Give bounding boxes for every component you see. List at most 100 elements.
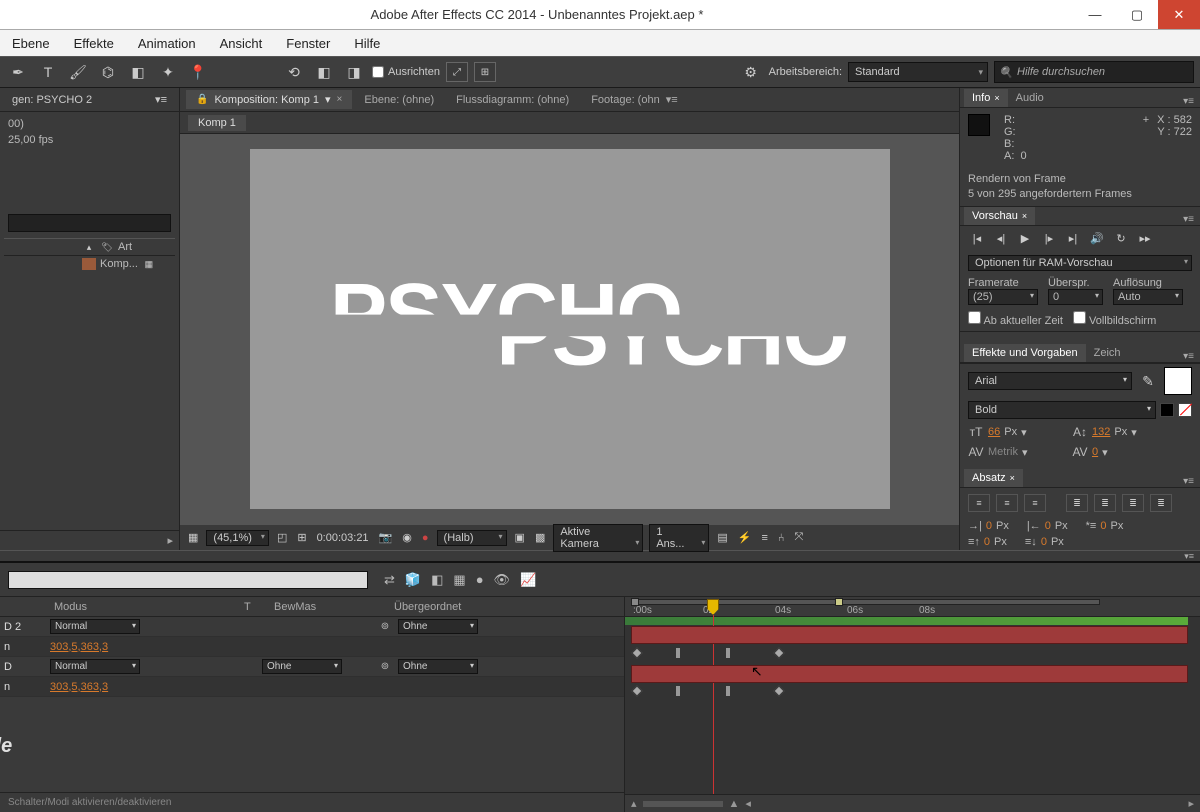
menu-animation[interactable]: Animation: [130, 33, 204, 54]
layer-bar-1[interactable]: [631, 626, 1188, 644]
first-frame-icon[interactable]: |◂: [968, 232, 986, 245]
loop-icon[interactable]: ↻: [1112, 232, 1130, 245]
roto-tool-icon[interactable]: ✦: [156, 61, 180, 83]
flow-icon[interactable]: ⑃: [776, 532, 787, 544]
ram-options-dropdown[interactable]: Optionen für RAM-Vorschau: [968, 255, 1192, 271]
brush-tool-icon[interactable]: 🖌: [66, 61, 90, 83]
transp-icon[interactable]: ▩: [533, 531, 547, 544]
zoom-in-icon[interactable]: ▲: [729, 798, 740, 810]
snap-icon[interactable]: ⟲: [282, 61, 306, 83]
font-family-dropdown[interactable]: Arial: [968, 372, 1132, 390]
snap-opt2-icon[interactable]: ⊞: [474, 62, 496, 82]
justify-left-icon[interactable]: ≣: [1066, 494, 1088, 512]
tl-opt5-icon[interactable]: ●: [476, 572, 484, 588]
clone-tool-icon[interactable]: ⌬: [96, 61, 120, 83]
tl-opt6-icon[interactable]: 👁: [494, 572, 511, 588]
nofill-swatch[interactable]: [1178, 403, 1192, 417]
zoom-out-icon[interactable]: ▴: [631, 797, 637, 810]
justify-right-icon[interactable]: ≣: [1122, 494, 1144, 512]
keyframe[interactable]: [631, 647, 642, 658]
menu-hilfe[interactable]: Hilfe: [346, 33, 388, 54]
parent-dropdown[interactable]: Ohne: [398, 659, 478, 674]
tl-opt1-icon[interactable]: ⇄: [384, 572, 395, 588]
keyframe[interactable]: [631, 685, 642, 696]
character-tab[interactable]: Zeich: [1086, 344, 1129, 362]
keyframe-ease[interactable]: [675, 647, 681, 659]
font-weight-dropdown[interactable]: Bold: [968, 401, 1156, 419]
minimize-button[interactable]: —: [1074, 0, 1116, 29]
panel-expand-icon[interactable]: ▸: [167, 534, 173, 547]
justify-center-icon[interactable]: ≣: [1094, 494, 1116, 512]
fill-color-swatch[interactable]: [1164, 367, 1192, 395]
color-icon[interactable]: ●: [420, 532, 431, 544]
roi-icon[interactable]: ▣: [513, 531, 527, 544]
eyedropper-icon[interactable]: ✎: [1136, 370, 1160, 392]
project-tab[interactable]: gen: PSYCHO 2: [4, 91, 100, 109]
col-t[interactable]: T: [244, 601, 264, 613]
workspace-dropdown[interactable]: Standard: [848, 62, 988, 82]
kerning-value[interactable]: Metrik: [988, 446, 1018, 458]
col-bewmas[interactable]: BewMas: [274, 601, 384, 613]
comp-tab-flowchart[interactable]: Flussdiagramm: (ohne): [446, 91, 579, 109]
info-tab[interactable]: Info×: [964, 89, 1008, 107]
next-frame-icon[interactable]: |▸: [1040, 232, 1058, 245]
play-icon[interactable]: ▶: [1016, 232, 1034, 245]
align-right-icon[interactable]: ≡: [1024, 494, 1046, 512]
from-current-checkbox[interactable]: Ab aktueller Zeit: [968, 311, 1063, 327]
safe-icon[interactable]: ⊞: [295, 531, 308, 544]
timeline-search-input[interactable]: [8, 571, 368, 589]
indent-left[interactable]: →| 0 Px: [968, 520, 1009, 532]
px-icon[interactable]: ▤: [715, 531, 729, 544]
keyframe-ease[interactable]: [725, 647, 731, 659]
audio-tab[interactable]: Audio: [1008, 89, 1052, 107]
comp-tab-active[interactable]: 🔒 Komposition: Komp 1▾×: [186, 90, 352, 109]
pen-tool-icon[interactable]: ✒: [6, 61, 30, 83]
menu-ansicht[interactable]: Ansicht: [212, 33, 271, 54]
snap-opt1-icon[interactable]: ⤢: [446, 62, 468, 82]
scroll-right-icon[interactable]: ▸: [1188, 797, 1194, 810]
pin-tool-icon[interactable]: 📍: [186, 61, 210, 83]
panel-menu-icon[interactable]: ▾≡: [1177, 476, 1200, 487]
align-checkbox[interactable]: Ausrichten: [372, 66, 440, 78]
panel-menu-icon[interactable]: ▾≡: [1177, 351, 1200, 362]
zoom-dropdown[interactable]: (45,1%): [206, 530, 269, 546]
col-modus[interactable]: Modus: [54, 601, 234, 613]
ram-preview-icon[interactable]: ▸▸: [1136, 232, 1154, 245]
menu-ebene[interactable]: Ebene: [4, 33, 58, 54]
zoom-slider[interactable]: [643, 801, 723, 807]
layer-row-2[interactable]: D Normal Ohne ⊚ Ohne: [0, 657, 624, 677]
views-dropdown[interactable]: 1 Ans...: [649, 524, 709, 552]
preview-tab[interactable]: Vorschau×: [964, 207, 1035, 225]
panel-menu-icon[interactable]: ▾≡: [147, 90, 175, 109]
menu-effekte[interactable]: Effekte: [66, 33, 122, 54]
close-button[interactable]: ✕: [1158, 0, 1200, 29]
comp-tab-footage[interactable]: Footage: (ohn ▾≡: [581, 90, 687, 109]
snap3-icon[interactable]: ◨: [342, 61, 366, 83]
snap2-icon[interactable]: ◧: [312, 61, 336, 83]
project-search-input[interactable]: [8, 214, 171, 232]
indent-right[interactable]: |← 0 Px: [1027, 520, 1068, 532]
align-center-icon[interactable]: ≡: [996, 494, 1018, 512]
keyframe[interactable]: [773, 647, 784, 658]
layer-row-1[interactable]: D 2 Normal ⊚ Ohne: [0, 617, 624, 637]
property-row-position-1[interactable]: n 303,5,363,3: [0, 637, 624, 657]
space-after[interactable]: ≡↓ 0 Px: [1025, 536, 1064, 548]
project-item[interactable]: Komp... ▦: [4, 256, 175, 272]
framerate-dropdown[interactable]: (25): [968, 289, 1038, 305]
keyframe-ease[interactable]: [675, 685, 681, 697]
skip-dropdown[interactable]: 0: [1048, 289, 1103, 305]
fast-icon[interactable]: ⚡: [736, 531, 754, 544]
panel-menu-icon[interactable]: ▾≡: [1177, 96, 1200, 107]
timeline-footer[interactable]: Schalter/Modi aktivieren/deaktivieren: [0, 792, 624, 812]
keyframe-ease[interactable]: [725, 685, 731, 697]
layer-bar-2[interactable]: [631, 665, 1188, 683]
project-column-header[interactable]: ▴ 🏷 Art: [4, 238, 175, 256]
font-size-value[interactable]: 66: [988, 426, 1000, 438]
tl-opt3-icon[interactable]: ◧: [431, 572, 443, 588]
snapshot-icon[interactable]: 📷: [377, 531, 395, 544]
close-tab-icon[interactable]: ×: [337, 94, 343, 105]
comp-tab-layer[interactable]: Ebene: (ohne): [354, 91, 444, 109]
tracking-value[interactable]: 0: [1092, 446, 1098, 458]
align-left-icon[interactable]: ≡: [968, 494, 990, 512]
mask-icon[interactable]: ◰: [275, 531, 289, 544]
